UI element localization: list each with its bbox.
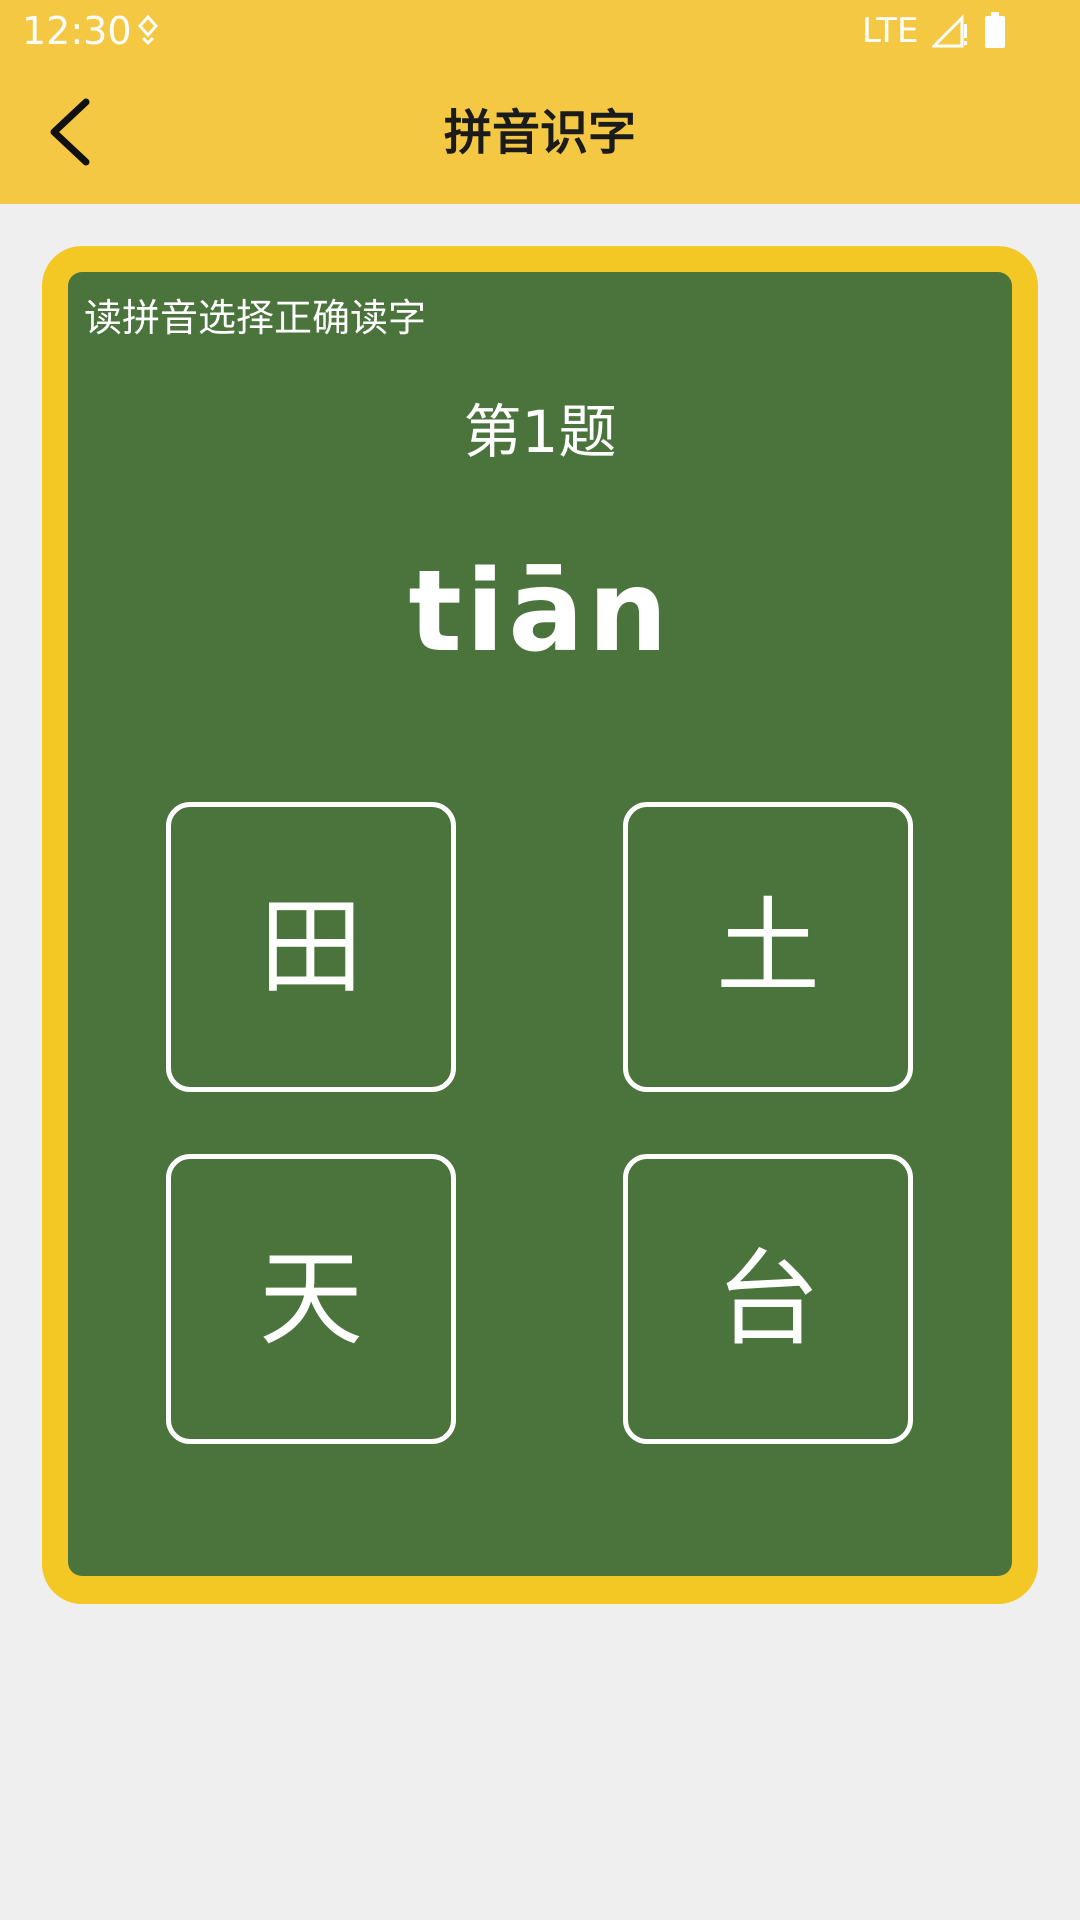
status-time: 12:30	[22, 9, 132, 53]
chalkboard: 读拼音选择正确读字 第1题 tiān 田 土 天 台	[68, 272, 1012, 1576]
app-bar: 拼音识字	[0, 62, 1080, 204]
question-number: 第1题	[463, 398, 617, 466]
battery-icon	[985, 12, 1005, 48]
back-arrow-icon[interactable]	[36, 92, 106, 172]
pinyin-prompt: tiān	[408, 547, 672, 677]
answer-option-2[interactable]: 土	[623, 802, 913, 1092]
answer-option-label: 田	[258, 886, 363, 1008]
status-bar: 12:30 LTE	[0, 0, 1080, 62]
answer-option-1[interactable]: 田	[166, 802, 456, 1092]
answer-option-label: 台	[715, 1238, 820, 1360]
answer-option-4[interactable]: 台	[623, 1154, 913, 1444]
network-type: LTE	[862, 11, 919, 51]
answer-option-label: 天	[258, 1238, 363, 1360]
quiz-card: 读拼音选择正确读字 第1题 tiān 田 土 天 台	[42, 246, 1038, 1604]
instruction-text: 读拼音选择正确读字	[84, 296, 427, 340]
signal-icon	[932, 14, 967, 48]
answer-option-3[interactable]: 天	[166, 1154, 456, 1444]
page-title: 拼音识字	[443, 105, 636, 161]
answer-option-label: 土	[715, 886, 820, 1008]
location-drop-icon	[137, 14, 159, 46]
